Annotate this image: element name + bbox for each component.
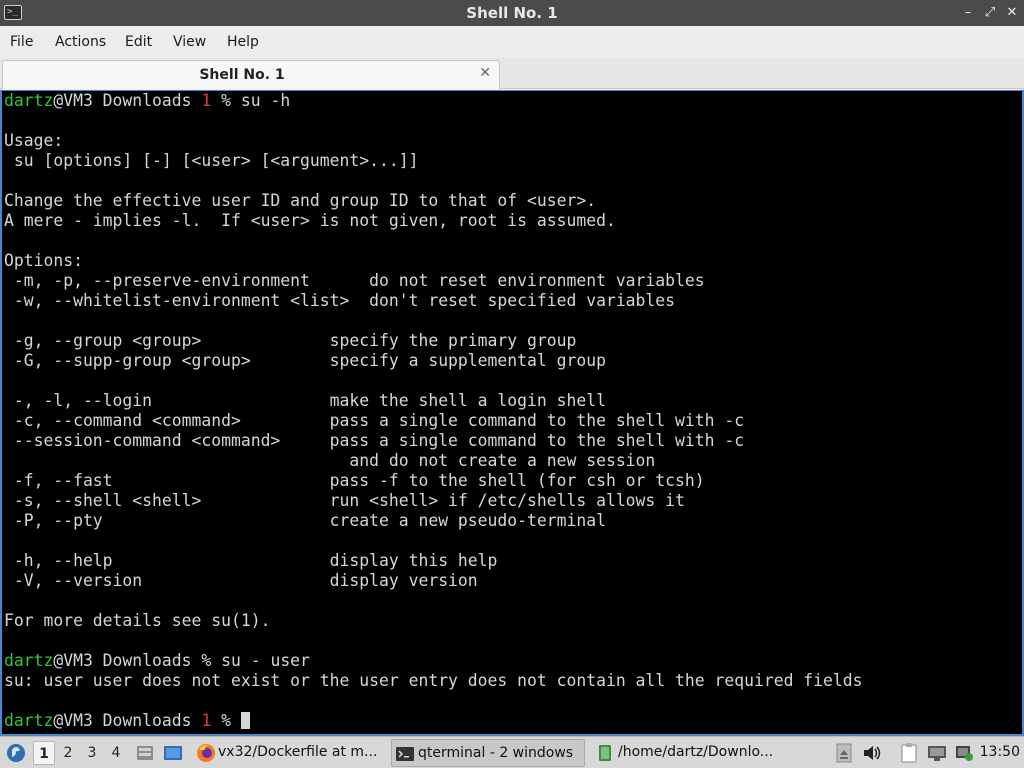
menu-actions[interactable]: Actions (55, 34, 106, 50)
terminal-output-line: -c, --command <command> pass a single co… (4, 411, 745, 430)
maximize-button[interactable]: ⤢ (981, 3, 999, 23)
terminal-prompt-line: dartz@VM3 Downloads % su - user (4, 651, 310, 670)
workspace-2[interactable]: 2 (57, 741, 79, 765)
terminal-icon (396, 747, 414, 761)
terminal-output-line: su [options] [-] [<user> [<argument>...]… (4, 151, 419, 170)
terminal-output-line: -G, --supp-group <group> specify a suppl… (4, 351, 606, 370)
minimize-button[interactable]: – (959, 3, 977, 23)
terminal-output-line: and do not create a new session (4, 451, 656, 470)
terminal-output-line: --session-command <command> pass a singl… (4, 431, 745, 450)
task-firefox[interactable]: vx32/Dockerfile at m... (192, 739, 384, 767)
terminal-view[interactable]: dartz@VM3 Downloads 1 % su -h Usage: su [… (0, 90, 1024, 736)
eject-icon[interactable] (835, 737, 853, 768)
terminal-prompt-line: dartz@VM3 Downloads 1 % (4, 711, 250, 731)
app-menu-icon[interactable] (4, 737, 28, 768)
prompt-exit-status: 1 (201, 711, 212, 730)
terminal-output-line: -m, -p, --preserve-environment do not re… (4, 271, 705, 290)
file-manager-icon[interactable] (134, 737, 156, 768)
volume-icon[interactable] (862, 737, 882, 768)
terminal-output-line: -V, --version display version (4, 571, 478, 590)
tab-shell-1[interactable]: Shell No. 1 ✕ (2, 60, 500, 89)
show-desktop-icon[interactable] (161, 737, 185, 768)
task-file-manager[interactable]: /home/dartz/Downlo... (592, 739, 782, 767)
terminal-output-line: Change the effective user ID and group I… (4, 191, 597, 210)
terminal-output-line: su: user user does not exist or the user… (4, 671, 863, 690)
clipboard-icon[interactable] (899, 737, 919, 768)
terminal-output-line: A mere - implies -l. If <user> is not gi… (4, 211, 616, 230)
tab-label: Shell No. 1 (199, 67, 285, 83)
terminal-output-line: -s, --shell <shell> run <shell> if /etc/… (4, 491, 685, 510)
terminal-output-line: -, -l, --login make the shell a login sh… (4, 391, 606, 410)
workspace-1[interactable]: 1 (33, 741, 55, 765)
prompt-user: dartz (4, 711, 54, 730)
taskbar: 1 2 3 4 vx32/Dockerfile at m... qtermina… (0, 736, 1024, 768)
network-icon[interactable] (953, 737, 975, 768)
task-label-qterminal: qterminal - 2 windows (418, 745, 574, 761)
firefox-icon (197, 744, 215, 762)
terminal-cursor (240, 712, 250, 729)
menu-file[interactable]: File (10, 34, 33, 50)
menu-help[interactable]: Help (227, 34, 259, 50)
title-bar: >_ Shell No. 1 – ⤢ ✕ (0, 0, 1024, 26)
close-button[interactable]: ✕ (1003, 3, 1021, 23)
workspace-3[interactable]: 3 (81, 741, 103, 765)
terminal-output-line: Options: (4, 251, 83, 270)
task-qterminal[interactable]: qterminal - 2 windows (391, 739, 585, 767)
menu-edit[interactable]: Edit (125, 34, 152, 50)
tab-bar: Shell No. 1 ✕ (0, 58, 1024, 89)
terminal-output-line: -P, --pty create a new pseudo-terminal (4, 511, 606, 530)
tab-close-icon[interactable]: ✕ (479, 65, 491, 81)
terminal-output-line: -h, --help display this help (4, 551, 498, 570)
clock: 13:50 (979, 744, 1020, 760)
terminal-prompt-line: dartz@VM3 Downloads 1 % su -h (4, 91, 291, 110)
terminal-output-line: For more details see su(1). (4, 611, 271, 630)
terminal-output-line: -g, --group <group> specify the primary … (4, 331, 577, 350)
terminal-output-line: -f, --fast pass -f to the shell (for csh… (4, 471, 705, 490)
task-label-file-manager: /home/dartz/Downlo... (618, 744, 774, 760)
prompt-user: dartz (4, 651, 54, 670)
terminal-output-line: -w, --whitelist-environment <list> don't… (4, 291, 676, 310)
prompt-user: dartz (4, 91, 54, 110)
task-label-firefox: vx32/Dockerfile at m... (218, 744, 378, 760)
folder-icon (599, 745, 611, 761)
workspace-4[interactable]: 4 (105, 741, 127, 765)
menu-view[interactable]: View (173, 34, 206, 50)
prompt-exit-status: 1 (201, 91, 212, 110)
window-title: Shell No. 1 (466, 4, 558, 22)
terminal-output-line: Usage: (4, 131, 64, 150)
monitor-icon[interactable] (926, 737, 948, 768)
menu-bar: File Actions Edit View Help (0, 26, 1024, 58)
